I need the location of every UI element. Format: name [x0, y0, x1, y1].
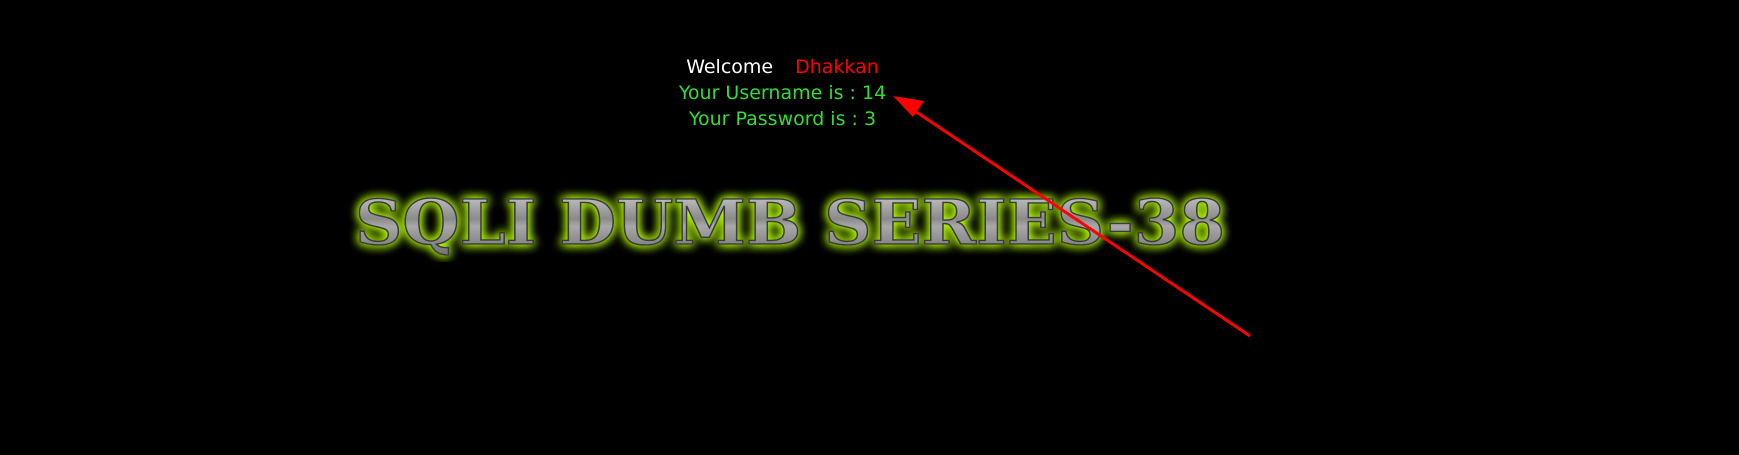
banner-title: SQLI DUMB SERIES-38: [355, 186, 1225, 259]
banner-logo: SQLI DUMB SERIES-38: [354, 185, 1226, 260]
greeting-block: Welcome Dhakkan Your Username is : 14 You…: [0, 54, 1565, 132]
welcome-name: Dhakkan: [795, 56, 879, 78]
welcome-line: Welcome Dhakkan: [0, 54, 1565, 80]
password-line: Your Password is : 3: [688, 108, 877, 130]
username-line: Your Username is : 14: [678, 82, 887, 104]
page: Welcome Dhakkan Your Username is : 14 You…: [0, 0, 1739, 455]
welcome-label: Welcome: [686, 56, 774, 78]
